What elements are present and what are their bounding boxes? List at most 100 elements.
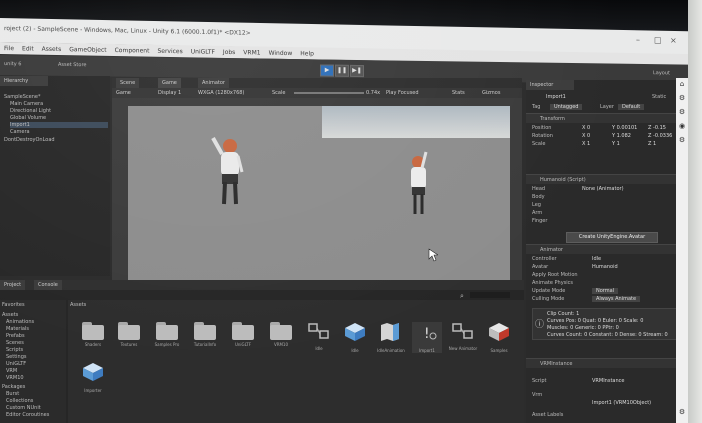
- asset-prefab[interactable]: Samples: [484, 322, 514, 353]
- tree-item[interactable]: Global Volume: [10, 115, 46, 121]
- tree-item[interactable]: Scenes: [6, 340, 24, 346]
- tree-item[interactable]: Directional Light: [10, 108, 51, 114]
- transform-header[interactable]: Transform: [526, 113, 686, 123]
- position-z[interactable]: Z -0.15: [648, 125, 666, 131]
- breadcrumb[interactable]: Assets: [70, 302, 86, 308]
- tree-item[interactable]: VRM10: [6, 375, 24, 381]
- tree-item[interactable]: Burst: [6, 391, 19, 397]
- camera-icon[interactable]: ◉: [678, 122, 686, 130]
- scale-y[interactable]: Y 1: [612, 141, 620, 147]
- tab-game[interactable]: Game: [158, 78, 181, 88]
- position-x[interactable]: X 0: [582, 125, 590, 131]
- gear-icon[interactable]: ⚙: [678, 108, 686, 116]
- asset-animation[interactable]: IdleAnimation: [376, 322, 406, 353]
- tree-item[interactable]: Assets: [2, 312, 18, 318]
- menu-gameobject[interactable]: GameObject: [69, 46, 106, 54]
- maximize-button[interactable]: □: [654, 36, 662, 45]
- asset-folder[interactable]: Shaders: [78, 322, 108, 347]
- tab-scene[interactable]: Scene: [116, 78, 140, 88]
- menu-help[interactable]: Help: [300, 50, 314, 57]
- tree-item[interactable]: Custom NUnit: [6, 405, 41, 411]
- menu-jobs[interactable]: Jobs: [223, 48, 235, 55]
- menu-unigltf[interactable]: UniGLTF: [191, 48, 215, 55]
- tab-animator[interactable]: Animator: [198, 78, 229, 88]
- tree-item-selected[interactable]: Import1: [10, 122, 108, 128]
- rotation-y[interactable]: Y 1.082: [612, 133, 631, 139]
- vrm-field[interactable]: Import1 (VRM10Object): [592, 400, 651, 406]
- tree-item[interactable]: UniGLTF: [6, 361, 26, 367]
- asset-folder[interactable]: UniGLTF: [228, 322, 258, 347]
- update-mode-dropdown[interactable]: Normal: [592, 288, 619, 294]
- menu-services[interactable]: Services: [157, 47, 182, 54]
- layout-dropdown[interactable]: Layout: [653, 70, 670, 76]
- home-icon[interactable]: ⌂: [678, 80, 686, 88]
- humanoid-header[interactable]: Humanoid (Script): [526, 174, 686, 184]
- asset-store-button[interactable]: Asset Store: [58, 62, 86, 68]
- tag-dropdown[interactable]: Untagged: [550, 104, 583, 110]
- menu-file[interactable]: File: [4, 45, 14, 52]
- display-dropdown[interactable]: Display 1: [158, 90, 181, 96]
- tree-item[interactable]: Settings: [6, 354, 27, 360]
- tree-item[interactable]: Animations: [6, 319, 34, 325]
- tree-item[interactable]: DontDestroyOnLoad: [4, 137, 55, 143]
- menu-assets[interactable]: Assets: [42, 45, 62, 52]
- menu-vrm1[interactable]: VRM1: [243, 49, 260, 56]
- asset-selected[interactable]: ! Import1: [412, 322, 442, 353]
- static-toggle[interactable]: Static: [652, 94, 666, 100]
- gizmos-button[interactable]: Gizmos: [482, 90, 500, 96]
- tree-item[interactable]: Camera: [10, 129, 30, 135]
- tree-item[interactable]: Main Camera: [10, 101, 43, 107]
- play-button[interactable]: ▶: [320, 64, 334, 77]
- stats-button[interactable]: Stats: [452, 90, 465, 96]
- tree-item[interactable]: Scripts: [6, 347, 23, 353]
- tab-console[interactable]: Console: [34, 280, 62, 290]
- scale-slider[interactable]: [294, 92, 364, 94]
- scale-z[interactable]: Z 1: [648, 141, 656, 147]
- menu-edit[interactable]: Edit: [22, 45, 34, 52]
- tree-item[interactable]: Materials: [6, 326, 29, 332]
- culling-mode-dropdown[interactable]: Always Animate: [592, 296, 641, 302]
- vrm-instance-header[interactable]: VRMInstance: [526, 358, 686, 368]
- inspector-tab[interactable]: Inspector: [526, 80, 574, 90]
- gear-icon[interactable]: ⚙: [678, 408, 686, 416]
- asset-folder[interactable]: VRM10: [266, 322, 296, 347]
- asset-folder[interactable]: TutorialInfo: [190, 322, 220, 347]
- rotation-z[interactable]: Z -0.0336: [648, 133, 672, 139]
- animator-header[interactable]: Animator: [526, 244, 686, 254]
- menu-window[interactable]: Window: [269, 49, 293, 56]
- minimize-button[interactable]: –: [636, 35, 640, 44]
- game-render-area[interactable]: [128, 106, 510, 280]
- hierarchy-tab[interactable]: Hierarchy: [0, 76, 48, 86]
- scale-x[interactable]: X 1: [582, 141, 590, 147]
- asset-prefab[interactable]: Importer: [78, 362, 108, 393]
- play-focused-dropdown[interactable]: Play Focused: [386, 90, 419, 96]
- view-mode-dropdown[interactable]: Game: [116, 90, 131, 96]
- account-dropdown[interactable]: unity 6: [4, 61, 21, 67]
- script-field[interactable]: VRMInstance: [592, 378, 624, 384]
- gear-icon[interactable]: ⚙: [678, 94, 686, 102]
- position-y[interactable]: Y 0.00101: [612, 125, 637, 131]
- tab-project[interactable]: Project: [0, 280, 26, 290]
- step-button[interactable]: ▶❚: [350, 64, 364, 78]
- search-input[interactable]: [470, 292, 510, 298]
- tree-item[interactable]: Favorites: [2, 302, 25, 308]
- pause-button[interactable]: ❚❚: [335, 64, 349, 77]
- asset-animator[interactable]: Idle: [304, 322, 334, 351]
- resolution-dropdown[interactable]: WXGA (1280x768): [198, 90, 244, 96]
- tree-item[interactable]: Packages: [2, 384, 25, 390]
- tree-item[interactable]: Collections: [6, 398, 33, 404]
- menu-component[interactable]: Component: [115, 47, 150, 55]
- create-avatar-button[interactable]: Create UnityEngine.Avatar: [566, 232, 658, 243]
- humanoid-value[interactable]: None (Animator): [582, 186, 624, 192]
- gear-icon[interactable]: ⚙: [678, 136, 686, 144]
- asset-prefab[interactable]: Idle: [340, 322, 370, 353]
- avatar-field[interactable]: Humanoid: [592, 264, 618, 270]
- rotation-x[interactable]: X 0: [582, 133, 590, 139]
- controller-field[interactable]: Idle: [592, 256, 601, 262]
- tree-item[interactable]: Prefabs: [6, 333, 25, 339]
- close-button[interactable]: ×: [670, 36, 677, 45]
- asset-animator[interactable]: New Animator: [448, 322, 478, 351]
- tree-item[interactable]: Editor Coroutines: [6, 412, 49, 418]
- object-name[interactable]: Import1: [546, 94, 566, 100]
- tree-item[interactable]: SampleScene*: [4, 94, 41, 100]
